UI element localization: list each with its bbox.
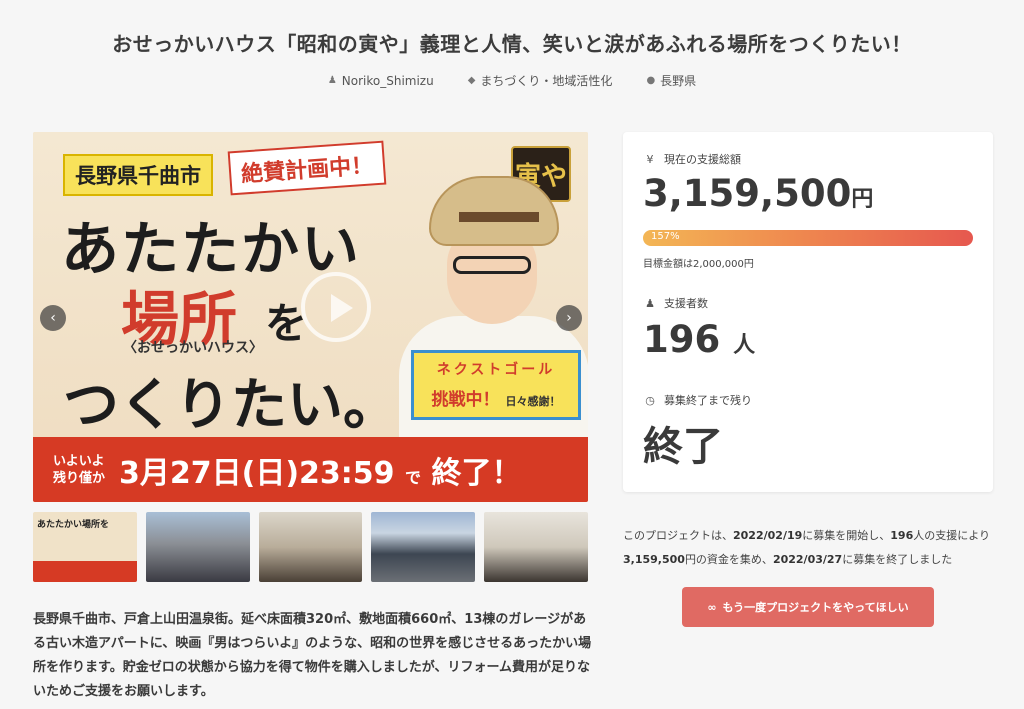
remaining-value: 終了 [643, 424, 723, 470]
thumbnail-4[interactable] [371, 512, 476, 582]
next-goal-challenge: 挑戦中！ 日々感謝！ [414, 385, 578, 410]
category-link[interactable]: ◆ まちづくり・地域活性化 [468, 72, 613, 89]
summary-text-4: 円の資金を集め、 [684, 553, 773, 566]
location-link[interactable]: ● 長野県 [646, 72, 696, 89]
request-again-button[interactable]: ∞ もう一度プロジェクトをやってほしい [682, 587, 934, 627]
remaining-label-row: ◷ 募集終了まで残り [644, 392, 752, 408]
thumbnail-5[interactable] [484, 512, 588, 582]
summary-text-2: に募集を開始し、 [802, 529, 891, 542]
summary-text-3: 人の支援により [913, 529, 991, 542]
summary-end-date: 2022/03/27 [772, 553, 843, 566]
thumbnail-1[interactable]: あたたかい場所を [33, 512, 137, 582]
banner-de: で [405, 467, 422, 487]
thumbnail-2[interactable] [145, 512, 250, 582]
category-name: まちづくり・地域活性化 [480, 74, 613, 88]
tag-icon: ◆ [467, 75, 476, 86]
summary-backers: 196 [890, 529, 914, 542]
deadline-banner: いよいよ 残り僅か 3月27日(日)23:59 で 終了！ [33, 437, 588, 502]
banner-small-2: 残り僅か [53, 470, 106, 486]
author-name: Noriko_Shimizu [341, 73, 434, 88]
location-pin-icon: ● [646, 75, 656, 86]
banner-date: 3月27日(日)23:59 [119, 455, 395, 491]
user-icon: ♟ [327, 75, 337, 86]
funding-panel: ¥ 現在の支援総額 3,159,500円 157% 目標金額は2,000,000… [623, 132, 993, 492]
banner-small-text: いよいよ 残り僅か [53, 453, 105, 487]
hero-subtitle: 〈おせっかいハウス〉 [123, 340, 263, 356]
main-image-carousel[interactable]: 長野県千曲市 絶賛計画中！ 寅や あたたかい 場所 を 〈おせっかいハウス〉 つ… [33, 132, 588, 502]
total-label: 現在の支援総額 [664, 153, 741, 166]
backers-value: 196 [643, 318, 721, 361]
thumbnail-3[interactable] [258, 512, 363, 582]
people-icon: ♟ [645, 296, 655, 310]
backers-count: 196 人 [643, 318, 755, 361]
progress-percent: 157% [651, 231, 680, 242]
progress-bar: 157% [643, 230, 973, 246]
hero-headline-3: つくりたい。 [63, 373, 399, 438]
author-link[interactable]: ♟ Noriko_Shimizu [328, 72, 434, 89]
project-summary: このプロジェクトは、2022/02/19に募集を開始し、196人の支援により 3,… [623, 524, 1003, 572]
total-amount-value: 3,159,500 [643, 172, 852, 215]
request-again-label: もう一度プロジェクトをやってほしい [722, 601, 909, 614]
thumbnail-1-label: あたたかい場所を [37, 520, 110, 530]
location-name: 長野県 [660, 74, 697, 88]
total-label-row: ¥ 現在の支援総額 [644, 151, 742, 167]
banner-end: 終了！ [431, 455, 522, 491]
banner-deadline: 3月27日(日)23:59 で 終了！ [119, 448, 521, 492]
carousel-next-button[interactable]: › [556, 305, 582, 331]
next-goal-box: ネクストゴール 挑戦中！ 日々感謝！ [411, 350, 581, 420]
total-amount: 3,159,500円 [643, 172, 873, 215]
infinity-icon: ∞ [707, 600, 717, 614]
hero-prefecture-badge: 長野県千曲市 [63, 154, 213, 196]
thumbnail-strip: あたたかい場所を [33, 512, 588, 582]
next-goal-note: 日々感謝！ [505, 395, 561, 408]
goal-amount: 目標金額は2,000,000円 [643, 259, 754, 270]
project-meta: ♟ Noriko_Shimizu ◆ まちづくり・地域活性化 ● 長野県 [0, 72, 1024, 89]
backers-label-row: ♟ 支援者数 [644, 295, 708, 311]
yen-icon: ¥ [646, 152, 654, 166]
backers-label: 支援者数 [664, 297, 708, 310]
summary-amount: 3,159,500 [623, 553, 685, 566]
summary-text-1: このプロジェクトは、 [623, 529, 733, 542]
summary-text-5: に募集を終了しました [842, 553, 953, 566]
next-goal-status: 挑戦中！ [431, 390, 500, 410]
next-goal-title: ネクストゴール [436, 362, 556, 378]
total-amount-unit: 円 [851, 187, 874, 212]
project-description: 長野県千曲市、戸倉上山田温泉街。延べ床面積320㎡、敷地面積660㎡、13棟のガ… [33, 612, 592, 699]
carousel-prev-button[interactable]: ‹ [40, 305, 66, 331]
remaining-label: 募集終了まで残り [664, 394, 752, 407]
play-icon[interactable] [301, 272, 371, 342]
page-title: おせっかいハウス「昭和の寅や」義理と人情、笑いと涙があふれる場所をつくりたい！ [112, 32, 912, 56]
banner-small-1: いよいよ [53, 453, 105, 469]
clock-icon: ◷ [645, 393, 655, 407]
summary-start-date: 2022/02/19 [733, 529, 803, 542]
backers-unit: 人 [733, 333, 756, 358]
